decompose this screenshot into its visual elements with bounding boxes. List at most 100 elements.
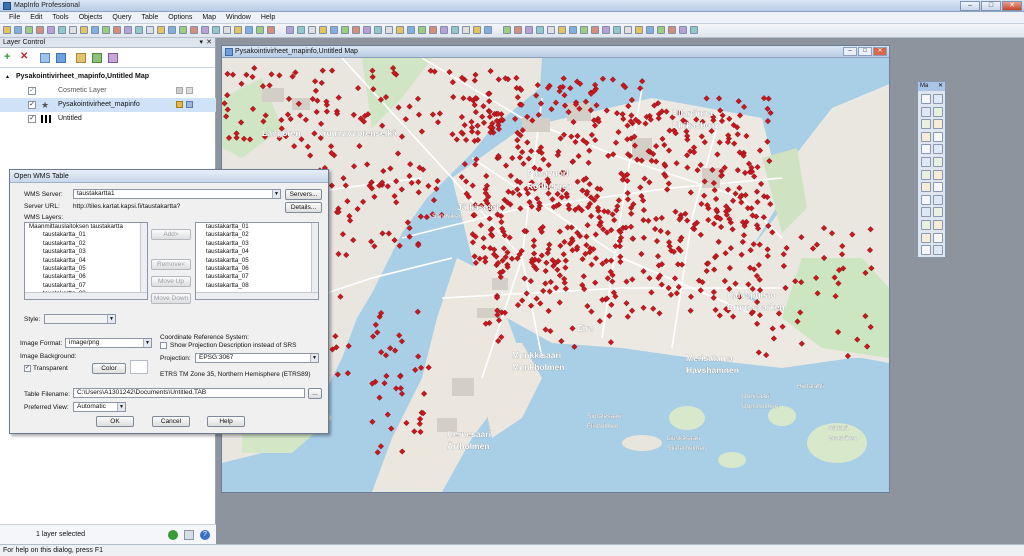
toolbar-button[interactable] <box>462 26 470 34</box>
palette-tool-button[interactable] <box>933 232 943 243</box>
toolbar-button[interactable] <box>297 26 305 34</box>
toolbar-button[interactable] <box>374 26 382 34</box>
scrollbar[interactable] <box>311 223 318 299</box>
map-root-node[interactable]: ▴ Pysakointivirheet_mapinfo,Untitled Map <box>0 70 216 84</box>
palette-tool-button[interactable] <box>933 245 943 256</box>
list-item[interactable]: taustakartta_07 <box>29 282 147 290</box>
list-item[interactable]: taustakartta_07 <box>206 273 318 281</box>
toolbar-button[interactable] <box>407 26 415 34</box>
layer-visible-checkbox[interactable]: ✓ <box>28 115 36 123</box>
toolbar-button[interactable] <box>646 26 654 34</box>
move-up-icon[interactable] <box>40 53 50 63</box>
toolbar-button[interactable] <box>113 26 121 34</box>
selected-layers-list[interactable]: taustakartta_01 taustakartta_02 taustaka… <box>195 222 319 300</box>
palette-tool-button[interactable] <box>933 144 943 155</box>
palette-tool-button[interactable] <box>933 106 943 117</box>
servers-button[interactable]: Servers... <box>285 189 322 200</box>
image-format-select[interactable]: image/png ▼ <box>65 338 152 348</box>
layer-properties-icon[interactable] <box>76 53 86 63</box>
menu-table[interactable]: Table <box>136 14 163 21</box>
list-item[interactable]: taustakartta_05 <box>29 265 147 273</box>
toolbar-button[interactable] <box>80 26 88 34</box>
toolbar-button[interactable] <box>363 26 371 34</box>
menu-tools[interactable]: Tools <box>47 14 73 21</box>
pin-icon[interactable]: ▾ <box>199 38 203 48</box>
list-item[interactable]: taustakartta_08 <box>206 282 318 290</box>
toolbar-button[interactable] <box>657 26 665 34</box>
toolbar-button[interactable] <box>245 26 253 34</box>
toolbar-button[interactable] <box>547 26 555 34</box>
browse-button[interactable]: ... <box>308 388 322 399</box>
toolbar-button[interactable] <box>36 26 44 34</box>
toolbar-button[interactable] <box>624 26 632 34</box>
toolbar-button[interactable] <box>440 26 448 34</box>
palette-tool-button[interactable] <box>921 119 931 130</box>
palette-tool-button[interactable] <box>921 245 931 256</box>
toolbar-button[interactable] <box>319 26 327 34</box>
palette-tool-button[interactable] <box>933 194 943 205</box>
close-button[interactable]: ✕ <box>1002 1 1022 11</box>
properties-icon[interactable] <box>184 530 194 540</box>
add-button[interactable]: Add> <box>151 229 191 240</box>
map-minimize-button[interactable]: – <box>843 47 857 56</box>
apply-icon[interactable] <box>168 530 178 540</box>
toolbar-button[interactable] <box>223 26 231 34</box>
menu-help[interactable]: Help <box>256 14 280 21</box>
palette-tool-button[interactable] <box>921 169 931 180</box>
move-down-button[interactable]: Move Down <box>151 293 191 304</box>
background-color-swatch[interactable] <box>130 360 148 374</box>
map-close-button[interactable]: ✕ <box>873 47 887 56</box>
list-item[interactable]: taustakartta_04 <box>29 257 147 265</box>
projection-select[interactable]: EPSG:3067 ▼ <box>195 353 319 363</box>
toolbar-button[interactable] <box>635 26 643 34</box>
menu-window[interactable]: Window <box>221 14 256 21</box>
palette-tool-button[interactable] <box>921 232 931 243</box>
layer-select-icon[interactable] <box>186 87 193 94</box>
list-item[interactable]: Maanmittauslaitoksen taustakartta <box>29 223 147 231</box>
scrollbar[interactable] <box>25 292 147 299</box>
minimize-button[interactable]: – <box>960 1 980 11</box>
menu-file[interactable]: File <box>4 14 25 21</box>
palette-tool-button[interactable] <box>921 207 931 218</box>
remove-layer-icon[interactable]: ✕ <box>20 52 30 62</box>
toolbar-button[interactable] <box>341 26 349 34</box>
scrollbar[interactable] <box>140 223 147 299</box>
toolbar-button[interactable] <box>429 26 437 34</box>
cancel-button[interactable]: Cancel <box>152 416 190 427</box>
layer-row-cosmetic[interactable]: ✓ Cosmetic Layer <box>0 84 216 98</box>
list-item[interactable]: taustakartta_02 <box>206 231 318 239</box>
layer-edit-icon[interactable] <box>176 101 183 108</box>
maximize-button[interactable]: □ <box>981 1 1001 11</box>
wms-server-select[interactable]: taustakartta1 ▼ <box>73 189 281 199</box>
style-select[interactable]: ▼ <box>44 314 116 324</box>
palette-tool-button[interactable] <box>933 220 943 230</box>
help-icon[interactable]: ? <box>200 530 210 540</box>
label-options-icon[interactable] <box>108 53 118 63</box>
list-item[interactable]: taustakartta_06 <box>206 265 318 273</box>
move-up-button[interactable]: Move Up <box>151 276 191 287</box>
palette-tool-button[interactable] <box>933 157 943 167</box>
scrollbar[interactable] <box>196 292 318 299</box>
available-layers-list[interactable]: Maanmittauslaitoksen taustakartta tausta… <box>24 222 148 300</box>
toolbar-button[interactable] <box>473 26 481 34</box>
toolbar-button[interactable] <box>330 26 338 34</box>
transparent-checkbox[interactable]: ✓ <box>24 365 31 372</box>
palette-tool-button[interactable] <box>921 220 931 230</box>
toolbar-button[interactable] <box>256 26 264 34</box>
list-item[interactable]: taustakartta_04 <box>206 248 318 256</box>
menu-map[interactable]: Map <box>197 14 221 21</box>
palette-tool-button[interactable] <box>921 94 931 104</box>
toolbar-button[interactable] <box>352 26 360 34</box>
preferred-view-select[interactable]: Automatic ▼ <box>73 402 126 412</box>
menu-edit[interactable]: Edit <box>25 14 47 21</box>
show-projection-checkbox[interactable] <box>160 342 167 349</box>
toolbar-button[interactable] <box>503 26 511 34</box>
palette-tool-button[interactable] <box>921 182 931 193</box>
palette-tool-button[interactable] <box>933 169 943 180</box>
toolbar-button[interactable] <box>69 26 77 34</box>
toolbar-button[interactable] <box>525 26 533 34</box>
palette-tool-button[interactable] <box>933 207 943 218</box>
toolbar-button[interactable] <box>102 26 110 34</box>
layer-select-icon[interactable] <box>186 101 193 108</box>
toolbar-button[interactable] <box>135 26 143 34</box>
